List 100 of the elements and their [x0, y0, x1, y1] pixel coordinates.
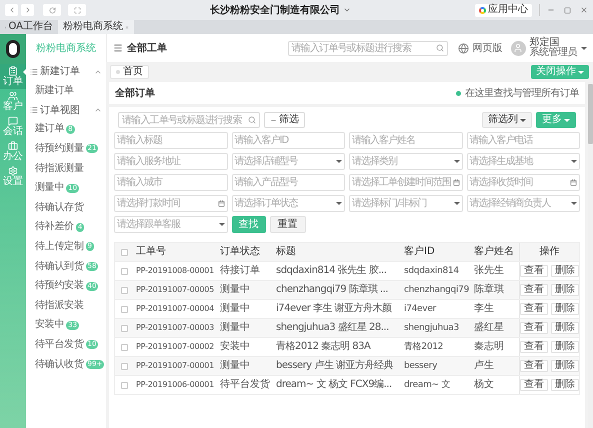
fullscreen-button[interactable]	[68, 4, 86, 16]
delete-button[interactable]: 删除	[551, 360, 579, 372]
delete-button[interactable]: 删除	[551, 322, 579, 334]
table-cell: 青格2012 秦志明 83A	[276, 341, 370, 352]
table-cell: 青格2012	[404, 342, 444, 352]
row-checkbox[interactable]	[120, 344, 128, 350]
dropdown-caret-icon	[336, 160, 342, 163]
table-cell: 盛红星	[474, 322, 504, 333]
refresh-button[interactable]	[43, 4, 61, 16]
row-checkbox[interactable]	[120, 324, 128, 332]
system-name: 粉粉电商系统	[35, 42, 97, 56]
view-button[interactable]: 查看	[520, 284, 548, 296]
dropdown-caret-icon	[571, 160, 577, 163]
menu-item[interactable]: 待指派测量	[26, 158, 106, 178]
list-icon	[30, 106, 38, 114]
search-icon	[436, 44, 444, 52]
table-cell: 测量中	[220, 303, 250, 314]
avatar-icon[interactable]	[510, 40, 526, 56]
table-cell: 测量中	[220, 322, 250, 333]
tab-label: 粉粉电商系统	[63, 22, 123, 32]
briefcase-icon	[8, 141, 18, 151]
calendar-icon	[218, 200, 224, 207]
table-cell: 杨文	[474, 379, 494, 390]
select-all-checkbox[interactable]	[120, 248, 128, 256]
dropdown-caret-icon	[454, 160, 460, 163]
table-cell: sdqdaxin814 张先生 胶...	[276, 265, 386, 276]
row-checkbox[interactable]	[120, 306, 128, 312]
browser-tab[interactable]: 粉粉电商系统	[58, 20, 134, 34]
menu-item[interactable]: 新建订单	[26, 81, 106, 101]
table-cell: dream~ 文 杨文 FCX9编...	[276, 379, 392, 390]
table-cell: 测量中	[220, 284, 250, 295]
table-cell: 张先生	[474, 265, 504, 276]
column-header: 标题	[276, 246, 296, 257]
delete-button[interactable]: 删除	[551, 284, 579, 296]
forward-button[interactable]	[21, 4, 34, 16]
table-cell: i74ever 李生 谢亚方舟木颜	[276, 303, 392, 314]
table-cell: chenzhangqi79 陈章琪 ...	[276, 284, 388, 295]
table-cell: PP-20191006-00001	[136, 380, 214, 389]
calendar-icon	[570, 179, 577, 186]
table-cell: PP-20191007-00004	[136, 304, 214, 313]
back-button[interactable]	[5, 4, 18, 16]
view-button[interactable]: 查看	[520, 322, 548, 334]
globe-icon[interactable]	[458, 42, 468, 54]
menu-group[interactable]: 新建订单	[26, 62, 106, 81]
table-cell: bessery 卢生 谢亚方舟经典	[276, 360, 393, 371]
delete-button[interactable]: 删除	[551, 303, 579, 315]
menu-group[interactable]: 订单视图	[26, 100, 106, 120]
app-center-button[interactable]: 应用中心	[475, 4, 532, 16]
column-header: 工单号	[136, 246, 166, 257]
dropdown-caret-icon	[218, 223, 224, 226]
list-icon	[30, 68, 38, 76]
filter-button[interactable]: 筛选	[264, 112, 305, 128]
menu-item[interactable]: 待指派安装	[26, 296, 106, 316]
browser-tab[interactable]: OA工作台	[0, 20, 58, 34]
caret-icon[interactable]	[343, 6, 351, 14]
table-cell: 安装中	[220, 341, 250, 352]
table-cell: shengjuhua3	[404, 323, 459, 333]
close-icon[interactable]	[580, 6, 588, 14]
view-button[interactable]: 查看	[520, 379, 548, 391]
row-checkbox[interactable]	[120, 268, 128, 274]
refresh-icon	[48, 6, 56, 14]
maximize-icon[interactable]	[564, 6, 571, 14]
table-cell: chenzhangqi79	[404, 285, 470, 295]
table-cell: shengjuhua3 盛红星 28...	[276, 322, 389, 333]
menu-icon[interactable]	[113, 43, 123, 53]
app-logo-icon	[479, 6, 486, 14]
clipboard-icon	[8, 66, 18, 76]
view-button[interactable]: 查看	[520, 341, 548, 353]
search-icon	[248, 116, 256, 124]
column-header: 客户ID	[404, 246, 435, 257]
user-name: 郑定国	[530, 38, 560, 48]
card-title: 全部订单	[115, 86, 155, 100]
chat-bubble-icon	[8, 116, 18, 126]
table-cell: 卢生	[474, 360, 494, 371]
rail-item[interactable]: 订单	[0, 64, 26, 89]
delete-button[interactable]: 删除	[551, 265, 579, 277]
row-checkbox[interactable]	[120, 362, 128, 370]
table-cell: 秦志明	[474, 341, 504, 352]
caret-icon[interactable]	[581, 46, 587, 50]
table-cell: i74ever	[404, 304, 436, 314]
table-cell: PP-20191007-00002	[136, 342, 214, 351]
home-tab[interactable]: 首页	[110, 65, 149, 79]
table-cell: 陈章琪	[474, 284, 504, 295]
view-button[interactable]: 查看	[520, 360, 548, 372]
table-cell: 测量中	[220, 360, 250, 371]
user-role: 系统管理员	[530, 48, 577, 58]
view-button[interactable]: 查看	[520, 303, 548, 315]
table-cell: 待平台发货	[220, 379, 270, 390]
tab-label: OA工作台	[8, 22, 53, 32]
delete-button[interactable]: 删除	[551, 341, 579, 353]
window-title: 长沙粉粉安全门制造有限公司	[210, 3, 340, 18]
columns-button[interactable]: 筛选列	[482, 112, 532, 128]
view-button[interactable]: 查看	[520, 265, 548, 277]
web-version-link[interactable]: 网页版	[472, 40, 502, 56]
row-checkbox[interactable]	[120, 382, 128, 388]
column-header: 客户姓名	[474, 246, 514, 257]
reset-button[interactable]: 重置	[270, 216, 306, 233]
delete-button[interactable]: 删除	[551, 379, 579, 391]
menu-item[interactable]: 待确认存货	[26, 198, 106, 218]
row-checkbox[interactable]	[120, 286, 128, 294]
